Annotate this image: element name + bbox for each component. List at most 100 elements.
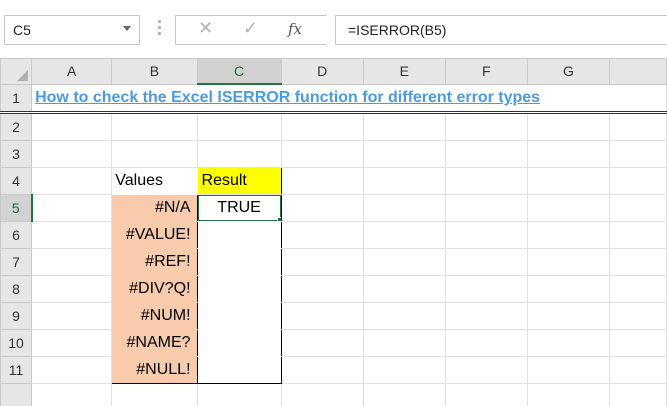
cell[interactable] bbox=[196, 383, 282, 406]
result-cell[interactable] bbox=[196, 275, 282, 303]
cell[interactable] bbox=[444, 167, 528, 195]
cell[interactable] bbox=[608, 383, 667, 406]
row-header-3[interactable]: 3 bbox=[0, 140, 33, 168]
cell[interactable] bbox=[31, 302, 113, 330]
cell[interactable] bbox=[280, 248, 364, 276]
cell[interactable] bbox=[608, 356, 667, 384]
row-header-5[interactable]: 5 bbox=[0, 194, 33, 222]
cell[interactable] bbox=[526, 140, 610, 168]
column-header-a[interactable]: A bbox=[31, 58, 113, 85]
cell[interactable] bbox=[444, 275, 528, 303]
cell[interactable] bbox=[362, 356, 446, 384]
cell[interactable] bbox=[280, 383, 364, 406]
row-header-7[interactable]: 7 bbox=[0, 248, 33, 276]
cell[interactable] bbox=[444, 302, 528, 330]
cell[interactable] bbox=[444, 329, 528, 357]
value-cell[interactable]: #NUM! bbox=[111, 302, 198, 330]
result-cell[interactable] bbox=[196, 329, 282, 357]
value-cell[interactable]: #NULL! bbox=[111, 356, 198, 384]
cell[interactable] bbox=[444, 356, 528, 384]
cell[interactable] bbox=[362, 112, 446, 141]
value-cell[interactable]: #DIV?Q! bbox=[111, 275, 198, 303]
cell[interactable] bbox=[362, 329, 446, 357]
value-cell[interactable]: #VALUE! bbox=[111, 221, 198, 249]
cell[interactable] bbox=[444, 248, 528, 276]
result-cell[interactable] bbox=[196, 248, 282, 276]
cell[interactable] bbox=[444, 221, 528, 249]
column-header-c[interactable]: C bbox=[196, 58, 282, 85]
value-cell[interactable]: #N/A bbox=[111, 194, 198, 222]
cell[interactable] bbox=[31, 356, 113, 384]
cell[interactable] bbox=[31, 275, 113, 303]
cell[interactable] bbox=[362, 140, 446, 168]
cell[interactable] bbox=[526, 302, 610, 330]
cell[interactable] bbox=[31, 248, 113, 276]
cell[interactable] bbox=[444, 112, 528, 141]
cell[interactable] bbox=[362, 221, 446, 249]
cell[interactable] bbox=[608, 221, 667, 249]
insert-function-icon[interactable]: fx bbox=[288, 20, 302, 38]
column-header-h[interactable] bbox=[608, 58, 667, 85]
row-header-4[interactable]: 4 bbox=[0, 167, 33, 195]
column-header-f[interactable]: F bbox=[444, 58, 528, 85]
values-header[interactable]: Values bbox=[111, 167, 198, 195]
cell-a1[interactable]: How to check the Excel ISERROR function … bbox=[31, 83, 667, 114]
cell[interactable] bbox=[280, 356, 364, 384]
result-cell[interactable] bbox=[196, 221, 282, 249]
row-header-2[interactable]: 2 bbox=[0, 112, 33, 141]
cell[interactable] bbox=[362, 194, 446, 222]
cell[interactable] bbox=[526, 329, 610, 357]
value-cell[interactable]: #REF! bbox=[111, 248, 198, 276]
cell[interactable] bbox=[444, 383, 528, 406]
cell[interactable] bbox=[31, 112, 113, 141]
cell[interactable] bbox=[280, 329, 364, 357]
cell[interactable] bbox=[362, 248, 446, 276]
formula-input[interactable]: =ISERROR(B5) bbox=[335, 15, 667, 45]
row-header-8[interactable]: 8 bbox=[0, 275, 33, 303]
cell[interactable] bbox=[608, 140, 667, 168]
cell[interactable] bbox=[362, 275, 446, 303]
cell[interactable] bbox=[362, 302, 446, 330]
cell[interactable] bbox=[31, 383, 113, 406]
cell[interactable] bbox=[111, 383, 198, 406]
fill-handle[interactable] bbox=[276, 217, 281, 221]
cell[interactable] bbox=[280, 140, 364, 168]
cell[interactable] bbox=[31, 140, 113, 168]
result-cell[interactable] bbox=[196, 356, 282, 384]
cell[interactable] bbox=[196, 140, 282, 168]
cell[interactable] bbox=[280, 302, 364, 330]
cell[interactable] bbox=[608, 329, 667, 357]
cell[interactable] bbox=[362, 167, 446, 195]
cell[interactable] bbox=[280, 194, 364, 222]
cell[interactable] bbox=[608, 275, 667, 303]
chevron-down-icon[interactable] bbox=[123, 26, 131, 31]
row-header-6[interactable]: 6 bbox=[0, 221, 33, 249]
drag-handle-icon[interactable] bbox=[158, 20, 161, 40]
cell[interactable] bbox=[280, 275, 364, 303]
cell[interactable] bbox=[526, 167, 610, 195]
enter-icon[interactable]: ✓ bbox=[243, 18, 258, 39]
cell[interactable] bbox=[31, 329, 113, 357]
cell[interactable] bbox=[608, 194, 667, 222]
cell[interactable] bbox=[280, 221, 364, 249]
cell[interactable] bbox=[608, 302, 667, 330]
cell[interactable] bbox=[608, 248, 667, 276]
cell[interactable] bbox=[526, 275, 610, 303]
cell[interactable] bbox=[526, 112, 610, 141]
name-box[interactable]: C5 bbox=[4, 15, 140, 45]
row-header-1[interactable]: 1 bbox=[0, 83, 33, 114]
cell[interactable] bbox=[111, 140, 198, 168]
cell[interactable] bbox=[444, 140, 528, 168]
cell[interactable] bbox=[280, 167, 364, 195]
cell[interactable] bbox=[31, 167, 113, 195]
row-header-10[interactable]: 10 bbox=[0, 329, 33, 357]
cell[interactable] bbox=[608, 167, 667, 195]
cell[interactable] bbox=[362, 383, 446, 406]
column-header-b[interactable]: B bbox=[111, 58, 198, 85]
value-cell[interactable]: #NAME? bbox=[111, 329, 198, 357]
cell[interactable] bbox=[31, 221, 113, 249]
cell[interactable] bbox=[526, 221, 610, 249]
column-header-e[interactable]: E bbox=[362, 58, 446, 85]
cell[interactable] bbox=[526, 248, 610, 276]
cell[interactable] bbox=[608, 112, 667, 141]
